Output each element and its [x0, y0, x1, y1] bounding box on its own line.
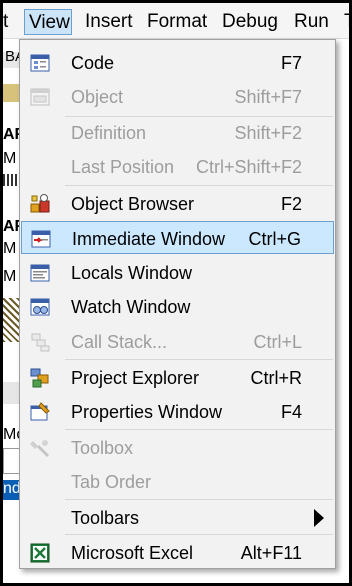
menu-item-shortcut: Ctrl+L: [253, 332, 302, 352]
menu-file-partial[interactable]: t: [3, 9, 12, 35]
menu-separator: [65, 359, 333, 360]
menu-item-immediate-window[interactable]: Immediate Window Ctrl+G: [21, 221, 334, 254]
menu-item-microsoft-excel[interactable]: Microsoft Excel Alt+F11: [21, 536, 334, 569]
menu-item-label: Locals Window: [71, 263, 193, 283]
menu-debug[interactable]: Debug: [218, 9, 282, 35]
menu-item-object-browser[interactable]: Object Browser F2: [21, 187, 334, 220]
menu-separator: [65, 429, 333, 430]
menu-item-definition[interactable]: Definition Shift+F2: [21, 116, 334, 149]
menu-item-label: Toolbox: [71, 438, 134, 458]
menu-item-toolbox[interactable]: Toolbox: [21, 431, 334, 464]
menu-bar: t View Insert Format Debug Run T: [3, 3, 349, 39]
menu-item-tab-order[interactable]: Tab Order: [21, 465, 334, 498]
menu-separator: [65, 185, 333, 186]
menu-item-label: Tab Order: [71, 472, 152, 492]
app-frame: t View Insert Format Debug Run T BA AF M…: [3, 3, 349, 583]
menu-item-object[interactable]: Object Shift+F7: [21, 80, 334, 113]
menu-item-label: Properties Window: [71, 402, 223, 422]
menu-item-label: Object: [71, 87, 124, 107]
menu-item-shortcut: Ctrl+Shift+F2: [195, 157, 302, 177]
menu-item-shortcut: Shift+F2: [234, 123, 302, 143]
menu-item-label: Object Browser: [71, 194, 195, 214]
menu-item-shortcut: F4: [280, 402, 302, 422]
object-browser-icon: [30, 194, 50, 213]
menu-item-last-position[interactable]: Last Position Ctrl+Shift+F2: [21, 150, 334, 183]
menu-insert[interactable]: Insert: [81, 9, 137, 35]
toolbox-icon: [30, 440, 49, 457]
menu-item-code[interactable]: Code F7: [21, 46, 334, 79]
immediate-window-icon: [31, 230, 51, 248]
menu-item-label: Definition: [71, 123, 147, 143]
call-stack-icon: [31, 333, 50, 352]
menu-item-label: Watch Window: [71, 297, 191, 317]
menu-separator: [65, 534, 333, 535]
properties-window-icon: [30, 402, 50, 421]
menu-item-shortcut: Shift+F7: [234, 87, 302, 107]
menu-format[interactable]: Format: [143, 9, 211, 35]
menu-item-project-explorer[interactable]: Project Explorer Ctrl+R: [21, 361, 334, 394]
locals-window-icon: [30, 264, 50, 282]
menu-item-label: Project Explorer: [71, 368, 200, 388]
menu-view[interactable]: View: [24, 9, 72, 35]
code-window-icon: [30, 54, 50, 72]
menu-run[interactable]: Run: [290, 9, 333, 35]
menu-tools-partial[interactable]: T: [340, 9, 349, 35]
menu-item-shortcut: F7: [280, 53, 302, 73]
menu-item-properties-window[interactable]: Properties Window F4: [21, 395, 334, 428]
menu-item-label: Toolbars: [71, 508, 140, 528]
watch-window-icon: [30, 298, 50, 316]
project-explorer-icon: [30, 368, 49, 388]
object-icon: [30, 88, 50, 106]
menu-item-label: Code: [71, 53, 115, 73]
excel-icon: [30, 543, 50, 563]
menu-item-shortcut: Ctrl+G: [248, 229, 301, 249]
menu-item-locals-window[interactable]: Locals Window: [21, 256, 334, 289]
menu-item-label: Call Stack...: [71, 332, 168, 352]
menu-item-label: Immediate Window: [72, 229, 226, 249]
view-menu-dropdown: Code F7 Object Shift+F7 Definition Shift…: [19, 39, 336, 569]
menu-item-shortcut: F2: [280, 194, 302, 214]
menu-item-shortcut: Ctrl+R: [250, 368, 302, 388]
menu-item-label: Microsoft Excel: [71, 543, 194, 563]
menu-item-call-stack[interactable]: Call Stack... Ctrl+L: [21, 325, 334, 358]
menu-separator: [65, 499, 333, 500]
submenu-arrow-icon: [314, 509, 324, 527]
menu-item-shortcut: Alt+F11: [240, 543, 302, 563]
menu-item-label: Last Position: [71, 157, 175, 177]
menu-item-watch-window[interactable]: Watch Window: [21, 290, 334, 323]
menu-item-toolbars[interactable]: Toolbars: [21, 501, 334, 534]
